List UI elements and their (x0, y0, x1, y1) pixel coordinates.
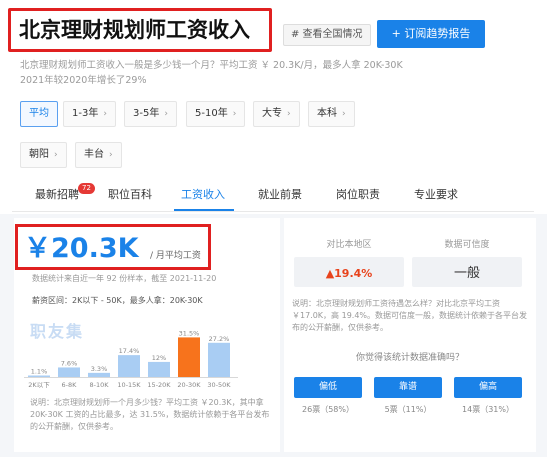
new-jobs-badge: 72 (78, 183, 95, 194)
filter-1-3-years[interactable]: 1-3年 › (63, 101, 116, 127)
chevron-right-icon: › (232, 109, 237, 119)
vote-high-count: 14票（31%） (462, 405, 514, 414)
chart-value-label: 31.5% (179, 329, 200, 337)
filter-label: 朝阳 (29, 149, 49, 160)
filter-average[interactable]: 平均 (20, 101, 58, 127)
salary-unit-label: / 月平均工资 (150, 251, 201, 261)
chart-value-label: 12% (152, 354, 166, 362)
chevron-right-icon: › (164, 109, 168, 119)
description-line-2: 2021年较2020年增长了29% (20, 75, 147, 86)
view-national-button[interactable]: # 查看全国情况 (283, 24, 371, 46)
chart-value-label: 1.1% (31, 368, 48, 376)
tab-prospects[interactable]: 就业前景 (258, 186, 302, 202)
chevron-right-icon: › (103, 109, 107, 119)
average-salary-value: ￥20.3K (24, 233, 139, 264)
comparison-note: 说明：北京理财规划师工资待遇怎么样？对比北京平均工资 ￥17.0K，高 19.4… (292, 299, 528, 332)
comparison-card (284, 218, 536, 452)
compare-region-value: ▲19.4% (325, 267, 373, 280)
vote-reliable-count: 5票（11%） (384, 405, 432, 414)
filter-junior-college[interactable]: 大专 › (253, 101, 300, 127)
compare-region-value-box: ▲19.4% (294, 257, 404, 287)
tab-salary[interactable]: 工资收入 (181, 186, 225, 202)
salary-range-note: 薪资区间：2K以下 - 50K，最多人拿：20K-30K (32, 296, 203, 305)
chart-bar (28, 375, 50, 377)
filter-label: 5-10年 (195, 108, 228, 119)
filter-label: 丰台 (84, 149, 104, 160)
filter-label: 大专 (262, 108, 282, 119)
sample-stats-note: 数据统计来自近一年 92 份样本，截至 2021-11-20 (32, 274, 217, 283)
tab-major-requirements[interactable]: 专业要求 (414, 186, 458, 202)
chart-value-label: 17.4% (119, 347, 140, 355)
filter-fengtai[interactable]: 丰台 › (75, 142, 122, 168)
vote-low-count: 26票（58%） (302, 405, 354, 414)
vote-low-button[interactable]: 偏低 (294, 377, 362, 398)
vote-reliable-button[interactable]: 靠谱 (374, 377, 442, 398)
compare-region-label: 对比本地区 (326, 240, 372, 250)
chevron-right-icon: › (109, 150, 113, 160)
chevron-right-icon: › (54, 150, 58, 160)
chart-bar (178, 337, 200, 377)
chart-tick-label: 2K以下 (28, 381, 50, 389)
chart-bar (88, 372, 110, 377)
chart-value-label: 27.2% (209, 335, 230, 343)
filter-label: 3-5年 (133, 108, 160, 119)
chart-bar (208, 342, 230, 377)
chart-tick-label: 6-8K (62, 381, 78, 389)
chart-tick-label: 30-50K (207, 381, 231, 389)
chart-tick-label: 20-30K (177, 381, 201, 389)
salary-distribution-chart: 1.1% 2K以下 7.6% 6-8K 3.3% 8-10K 17.4% 10-15K 12% 1… (24, 329, 238, 389)
filter-chaoyang[interactable]: 朝阳 › (20, 142, 67, 168)
chart-bar (148, 361, 170, 377)
tab-responsibilities[interactable]: 岗位职责 (336, 186, 380, 202)
filter-label: 本科 (317, 108, 337, 119)
data-reliability-value: 一般 (453, 266, 480, 281)
filter-label: 平均 (29, 108, 49, 119)
description-line-1: 北京理财规划师工资收入一般是多少钱一个月？平均工资 ￥ 20.3K/月，最多人拿… (20, 60, 403, 71)
data-reliability-value-box: 一般 (412, 257, 522, 287)
vote-high-button[interactable]: 偏高 (454, 377, 522, 398)
chart-tick-label: 10-15K (117, 381, 141, 389)
tab-latest-jobs[interactable]: 最新招聘 (35, 186, 79, 202)
filter-5-10-years[interactable]: 5-10年 › (186, 101, 246, 127)
chart-tick-label: 8-10K (89, 381, 109, 389)
page-description: 北京理财规划师工资收入一般是多少钱一个月？平均工资 ￥ 20.3K/月，最多人拿… (20, 58, 440, 88)
chevron-right-icon: › (287, 109, 291, 119)
filter-bachelor[interactable]: 本科 › (308, 101, 355, 127)
salary-footer-note: 说明：北京理财规划师一个月多少钱？平均工资 ￥20.3K，其中拿 20K-30K… (30, 398, 270, 431)
filter-label: 1-3年 (72, 108, 99, 119)
tab-job-wiki[interactable]: 职位百科 (108, 186, 152, 202)
chart-value-label: 7.6% (61, 359, 78, 367)
data-reliability-label: 数据可信度 (444, 240, 490, 250)
page-title: 北京理财规划师工资收入 (19, 18, 250, 42)
chart-bar (58, 367, 80, 377)
subscribe-trend-button[interactable]: + 订阅趋势报告 (377, 20, 485, 48)
chart-value-label: 3.3% (91, 365, 108, 373)
filter-3-5-years[interactable]: 3-5年 › (124, 101, 177, 127)
chevron-right-icon: › (342, 109, 346, 119)
tabs-divider (12, 211, 534, 212)
accuracy-question: 你觉得该统计数据准确吗？ (355, 353, 464, 363)
chart-tick-label: 15-20K (147, 381, 171, 389)
chart-bar (118, 355, 140, 377)
